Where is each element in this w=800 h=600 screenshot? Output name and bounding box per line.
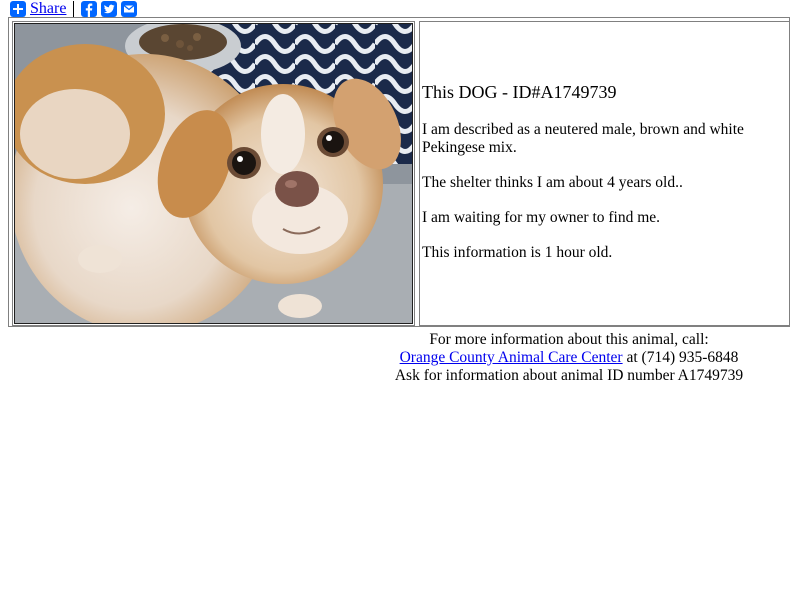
footer-line2: Orange County Animal Care Center at (714… — [369, 349, 769, 367]
info-content: This DOG - ID#A1749739 I am described as… — [422, 81, 786, 279]
animal-table: This DOG - ID#A1749739 I am described as… — [8, 17, 790, 327]
animal-status: I am waiting for my owner to find me. — [422, 209, 661, 226]
info-freshness: This information is 1 hour old. — [422, 244, 613, 261]
twitter-icon[interactable] — [101, 1, 118, 17]
share-bar: Share — [10, 0, 141, 18]
shelter-phone: at (714) 935-6848 — [622, 349, 739, 366]
footer-line1: For more information about this animal, … — [429, 331, 709, 348]
share-divider — [73, 1, 75, 17]
animal-title: This DOG - ID#A1749739 — [422, 82, 617, 102]
shelter-link[interactable]: Orange County Animal Care Center — [400, 349, 623, 366]
facebook-icon[interactable] — [81, 1, 98, 17]
email-icon[interactable] — [121, 1, 138, 17]
footer-line3: Ask for information about animal ID numb… — [394, 367, 744, 384]
dog-photo — [14, 23, 413, 324]
photo-cell — [12, 21, 415, 326]
plus-icon[interactable] — [10, 1, 26, 17]
animal-description: I am described as a neutered male, brown… — [422, 121, 744, 156]
animal-age: The shelter thinks I am about 4 years ol… — [422, 174, 683, 191]
contact-footer: For more information about this animal, … — [369, 331, 769, 385]
info-cell: This DOG - ID#A1749739 I am described as… — [419, 21, 790, 326]
share-link[interactable]: Share — [30, 0, 66, 18]
